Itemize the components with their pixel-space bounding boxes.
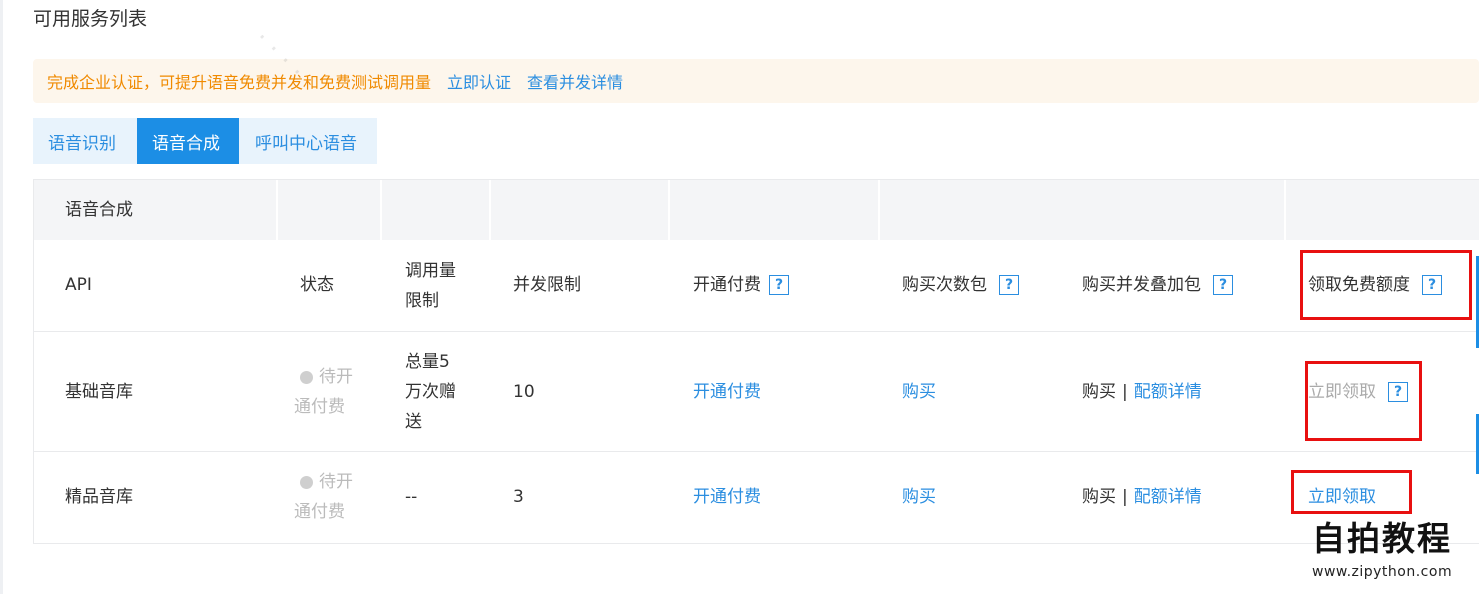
concurrency-details-link[interactable]: 查看并发详情 — [527, 69, 623, 93]
table-row: 精品音库 待开 通付费 -- 3 开通付费 购买 购买 | 配额详情 立即领取 — [34, 452, 1479, 544]
enable-pay-link[interactable]: 开通付费 — [693, 377, 761, 407]
table-column-header: API 状态 调用量 限制 并发限制 开通付费 ? 购买次数包 ? 购买并发叠加… — [34, 240, 1479, 332]
column-api: API — [65, 275, 92, 295]
concurrency-limit: 10 — [513, 382, 535, 402]
buy-concurrency-link[interactable]: 购买 — [1082, 482, 1116, 512]
service-table: 语音合成 API 状态 调用量 限制 并发限制 开通付费 ? 购买次数包 ? 购… — [33, 179, 1479, 544]
separator: | — [1122, 382, 1128, 402]
buy-pack-link[interactable]: 购买 — [902, 482, 936, 512]
api-name: 基础音库 — [65, 382, 133, 402]
concurrency-limit: 3 — [513, 487, 524, 507]
enterprise-notice-banner: 完成企业认证，可提升语音免费并发和免费测试调用量 立即认证 查看并发详情 — [33, 59, 1479, 103]
help-icon[interactable]: ? — [1388, 382, 1408, 402]
column-buy-concurrency: 购买并发叠加包 ? — [1082, 270, 1233, 300]
buy-pack-link[interactable]: 购买 — [902, 377, 936, 407]
call-limit: -- — [405, 487, 418, 507]
certify-now-link[interactable]: 立即认证 — [447, 69, 511, 93]
left-border — [0, 0, 3, 594]
quota-details-link[interactable]: 配额详情 — [1134, 482, 1202, 512]
header-divider — [668, 180, 670, 240]
table-group-header: 语音合成 — [34, 180, 1479, 240]
notice-message: 完成企业认证，可提升语音免费并发和免费测试调用量 — [47, 73, 432, 92]
column-free-quota-label: 领取免费额度 — [1308, 275, 1410, 295]
column-concurrency-limit: 并发限制 — [513, 275, 581, 295]
quota-details-link[interactable]: 配额详情 — [1134, 377, 1202, 407]
api-name: 精品音库 — [65, 487, 133, 507]
status-badge: 待开 通付费 — [294, 467, 353, 527]
help-icon[interactable]: ? — [1422, 275, 1442, 295]
buy-concurrency-actions: 购买 | 配额详情 — [1082, 482, 1202, 512]
help-icon[interactable]: ? — [999, 275, 1019, 295]
logo-url: www.zipython.com — [1312, 564, 1453, 580]
call-limit: 总量5 万次赠 送 — [405, 352, 456, 432]
free-quota-action: 立即领取 ? — [1308, 377, 1408, 407]
column-buy-pack-label: 购买次数包 — [902, 275, 987, 295]
header-divider — [489, 180, 491, 240]
enable-pay-link[interactable]: 开通付费 — [693, 482, 761, 512]
column-status: 状态 — [300, 275, 334, 295]
header-divider — [1284, 180, 1286, 240]
status-text: 待开 通付费 — [294, 472, 353, 522]
group-title: 语音合成 — [65, 200, 133, 220]
help-icon[interactable]: ? — [1213, 275, 1233, 295]
buy-concurrency-link[interactable]: 购买 — [1082, 377, 1116, 407]
logo-mark: 自拍教程 — [1312, 512, 1472, 560]
column-free-quota: 领取免费额度 ? — [1308, 270, 1442, 300]
status-text: 待开 通付费 — [294, 367, 353, 417]
tab-speech-recognition[interactable]: 语音识别 — [33, 118, 137, 164]
help-icon[interactable]: ? — [769, 275, 789, 295]
header-divider — [276, 180, 278, 240]
status-badge: 待开 通付费 — [294, 362, 353, 422]
column-enable-pay-label: 开通付费 — [693, 275, 761, 295]
column-enable-pay: 开通付费 ? — [693, 270, 789, 300]
header-divider — [380, 180, 382, 240]
column-buy-concurrency-label: 购买并发叠加包 — [1082, 275, 1201, 295]
table-row: 基础音库 待开 通付费 总量5 万次赠 送 10 开通付费 购买 购买 | 配额… — [34, 332, 1479, 452]
page-title: 可用服务列表 — [33, 8, 148, 30]
separator: | — [1122, 487, 1128, 507]
service-tabs: 语音识别 语音合成 呼叫中心语音 — [33, 118, 377, 164]
tab-call-center-speech[interactable]: 呼叫中心语音 — [239, 118, 377, 164]
tab-speech-synthesis[interactable]: 语音合成 — [137, 118, 239, 164]
header-divider — [878, 180, 880, 240]
column-buy-pack: 购买次数包 ? — [902, 270, 1019, 300]
zipython-logo: 自拍教程 www.zipython.com — [1312, 512, 1472, 584]
buy-concurrency-actions: 购买 | 配额详情 — [1082, 377, 1202, 407]
claim-now-disabled: 立即领取 — [1308, 382, 1376, 402]
claim-now-link[interactable]: 立即领取 — [1308, 482, 1376, 512]
logo-text: 自拍教程 — [1312, 519, 1452, 558]
column-call-limit: 调用量 限制 — [405, 261, 456, 311]
